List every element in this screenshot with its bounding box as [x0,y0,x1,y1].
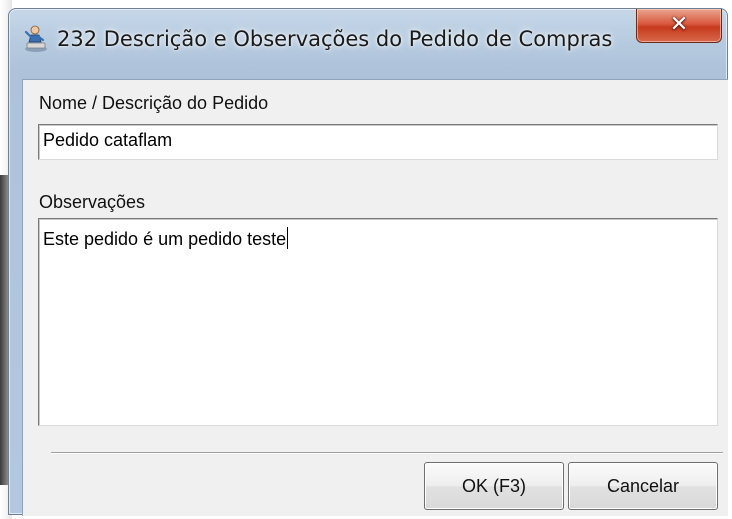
close-icon: ✕ [669,12,689,37]
notes-textarea[interactable]: Este pedido é um pedido teste [38,218,718,426]
text-caret [287,227,289,249]
dialog-client-area: Nome / Descrição do Pedido Pedido catafl… [22,79,728,516]
close-button[interactable]: ✕ [636,9,722,43]
background-window-shadow [0,175,8,485]
window-title: 232 Descrição e Observações do Pedido de… [57,27,613,51]
order-name-label: Nome / Descrição do Pedido [39,93,269,113]
app-user-icon [24,25,47,52]
title-bar[interactable]: 232 Descrição e Observações do Pedido de… [9,9,727,67]
cancel-button[interactable]: Cancelar [568,462,718,510]
order-name-input[interactable]: Pedido cataflam [38,124,718,160]
order-name-value: Pedido cataflam [43,130,173,150]
dialog-window: 232 Descrição e Observações do Pedido de… [8,8,728,516]
button-separator [51,452,723,454]
notes-label: Observações [39,192,146,212]
screen: 232 Descrição e Observações do Pedido de… [0,0,732,519]
ok-button[interactable]: OK (F3) [424,462,564,510]
notes-value: Este pedido é um pedido teste [43,229,287,249]
